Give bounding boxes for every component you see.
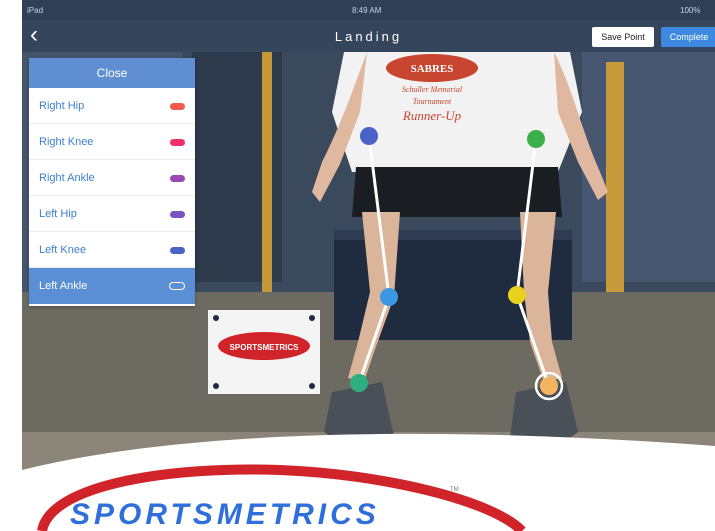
sportsmetrics-logo-text: SPORTSMETRICS <box>70 498 380 531</box>
joint-label: Left Hip <box>39 208 77 220</box>
trademark-label: TM <box>450 487 459 493</box>
clock-label: 8:49 AM <box>352 6 382 15</box>
carrier-label: iPad <box>27 6 44 15</box>
joint-item-right-knee[interactable]: Right Knee <box>29 124 195 160</box>
sign-screw <box>213 315 219 321</box>
joint-item-left-ankle[interactable]: Left Ankle <box>29 268 195 304</box>
marker-right-hip[interactable] <box>360 127 378 145</box>
joint-color-swatch <box>169 282 185 290</box>
marker-left-hip[interactable] <box>527 130 545 148</box>
joint-label: Right Hip <box>39 100 85 112</box>
device-screen: iPad 8:49 AM 100% ‹ Landing Save Point C… <box>22 0 715 531</box>
joint-item-right-hip[interactable]: Right Hip <box>29 88 195 124</box>
joint-selection-panel: Close Right Hip Right Knee Right Ankle L… <box>29 58 195 306</box>
complete-button[interactable]: Complete <box>661 27 715 47</box>
joint-label: Left Ankle <box>39 280 88 292</box>
sign-text: SPORTSMETRICS <box>230 343 300 352</box>
shirt-text-1: SABRES <box>411 63 454 75</box>
battery-label: 100% <box>680 6 701 15</box>
wall-panel-right <box>582 52 715 282</box>
shirt-text-4: Runner-Up <box>402 108 462 123</box>
joint-item-right-ankle[interactable]: Right Ankle <box>29 160 195 196</box>
panel-close-button[interactable]: Close <box>29 58 195 88</box>
marker-left-knee[interactable] <box>508 286 526 304</box>
joint-item-left-hip[interactable]: Left Hip <box>29 196 195 232</box>
joint-color-swatch <box>170 103 185 110</box>
door-frame-left <box>262 52 272 292</box>
marker-right-knee[interactable] <box>380 288 398 306</box>
joint-color-swatch <box>170 247 185 254</box>
shirt-text-3: Tournament <box>413 97 452 106</box>
door-frame-right <box>606 62 624 292</box>
joint-item-left-knee[interactable]: Left Knee <box>29 232 195 268</box>
joint-color-swatch <box>170 139 185 146</box>
joint-color-swatch <box>170 175 185 182</box>
save-point-button[interactable]: Save Point <box>592 27 654 47</box>
joint-color-swatch <box>170 211 185 218</box>
sign-screw <box>213 383 219 389</box>
joint-label: Right Ankle <box>39 172 95 184</box>
joint-label: Left Knee <box>39 244 87 256</box>
marker-right-ankle[interactable] <box>350 374 368 392</box>
sign-screw <box>309 315 315 321</box>
nav-bar: ‹ Landing Save Point Complete <box>22 20 715 52</box>
status-bar: iPad 8:49 AM 100% <box>22 0 715 20</box>
joint-label: Right Knee <box>39 136 94 148</box>
marker-left-ankle[interactable] <box>540 377 558 395</box>
shirt-text-2: Schuller Memorial <box>402 85 463 94</box>
sign-screw <box>309 383 315 389</box>
